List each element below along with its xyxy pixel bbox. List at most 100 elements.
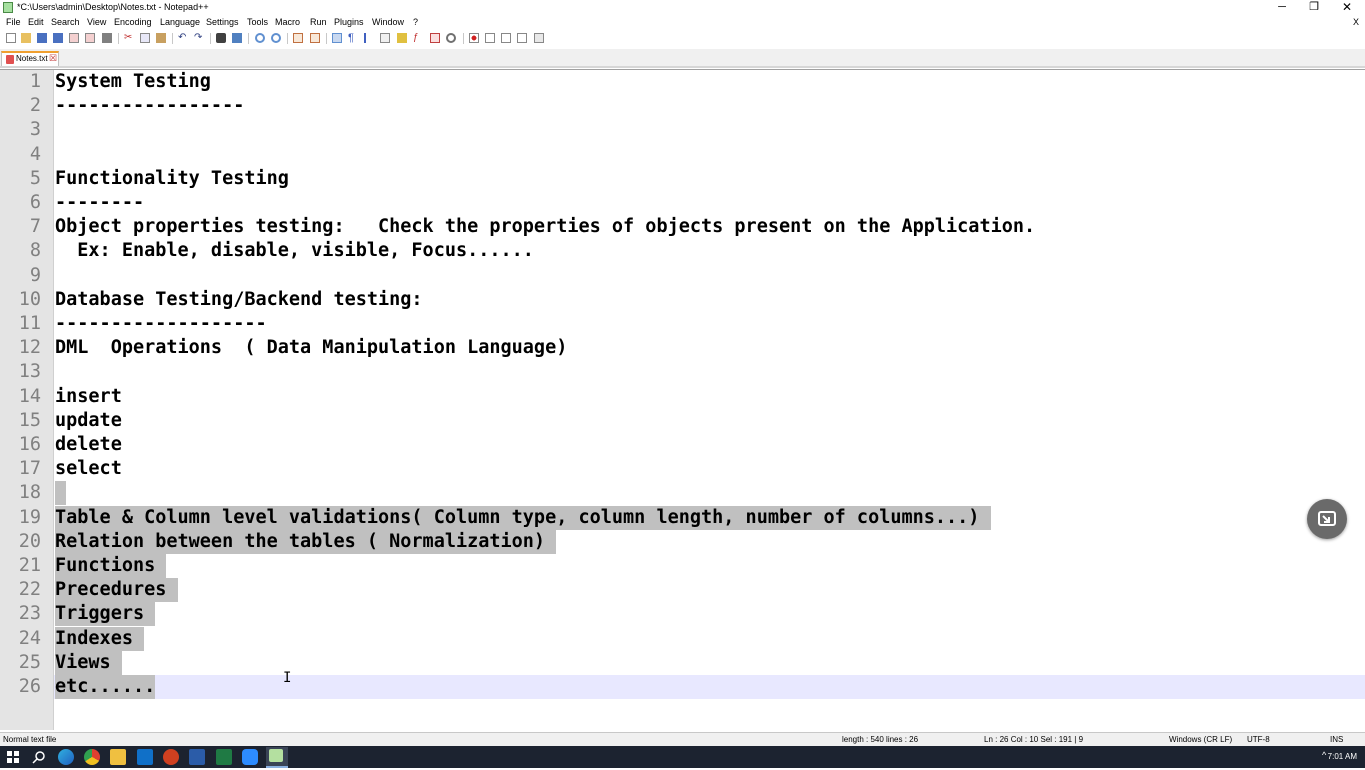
menu-settings[interactable]: Settings <box>206 17 239 27</box>
menu-language[interactable]: Language <box>160 17 200 27</box>
menu-search[interactable]: Search <box>51 17 80 27</box>
find-icon[interactable] <box>216 33 226 43</box>
stop-macro-icon[interactable] <box>485 33 495 43</box>
code-line[interactable]: Database Testing/Backend testing: <box>55 288 423 312</box>
code-line[interactable]: etc...... <box>55 675 156 699</box>
eol-format-status: Windows (CR LF) <box>1169 735 1233 744</box>
excel-icon[interactable] <box>216 749 232 765</box>
code-line[interactable]: Precedures <box>55 578 178 603</box>
restore-window-button[interactable] <box>1307 499 1347 539</box>
close-document-button[interactable]: X <box>1353 17 1359 27</box>
tab-notes-txt[interactable]: Notes.txt ☒ <box>1 51 59 66</box>
chrome-icon[interactable] <box>84 749 100 765</box>
line-number: 19 <box>18 506 41 528</box>
title-bar: *C:\Users\admin\Desktop\Notes.txt - Note… <box>0 0 1365 16</box>
line-number: 24 <box>18 627 41 649</box>
cursor-position-status: Ln : 26 Col : 10 Sel : 191 | 9 <box>984 735 1084 744</box>
undo-icon[interactable]: ↶ <box>178 33 188 43</box>
code-line[interactable]: Views <box>55 650 122 675</box>
monitoring-icon[interactable] <box>446 33 456 43</box>
close-all-icon[interactable] <box>85 33 95 43</box>
menu-bar: File Edit Search View Encoding Language … <box>0 16 1365 30</box>
close-file-icon[interactable] <box>69 33 79 43</box>
code-line[interactable]: ------------------- <box>55 312 267 336</box>
code-line[interactable]: System Testing <box>55 70 211 94</box>
menu-help[interactable]: ? <box>413 17 418 27</box>
zoom-out-icon[interactable] <box>271 33 281 43</box>
save-all-icon[interactable] <box>53 33 63 43</box>
menu-encoding[interactable]: Encoding <box>114 17 152 27</box>
print-icon[interactable] <box>102 33 112 43</box>
editor-area[interactable]: 1 2 3 4 5 6 7 8 9 10 11 12 13 14 15 16 17 18 19 20 21 22 23 24 2… <box>0 69 1365 730</box>
save-macro-icon[interactable] <box>534 33 544 43</box>
toolbar-separator <box>248 33 249 44</box>
cut-icon[interactable]: ✂ <box>124 33 134 43</box>
menu-window[interactable]: Window <box>372 17 404 27</box>
code-line[interactable]: update <box>55 409 122 433</box>
code-line[interactable]: Ex: Enable, disable, visible, Focus.....… <box>55 239 534 263</box>
menu-plugins[interactable]: Plugins <box>334 17 364 27</box>
line-number: 18 <box>18 482 41 504</box>
line-number: 11 <box>18 313 41 334</box>
sync-horizontal-icon[interactable] <box>310 33 320 43</box>
code-line[interactable]: Functions <box>55 554 167 578</box>
new-file-icon[interactable] <box>6 33 16 43</box>
line-number-gutter: 1 2 3 4 5 6 7 8 9 10 11 12 13 14 15 16 17 18 19 20 21 22 23 24 2… <box>0 70 54 730</box>
file-explorer-icon[interactable] <box>110 749 126 765</box>
code-line[interactable] <box>55 481 67 506</box>
play-multiple-macro-icon[interactable] <box>517 33 527 43</box>
word-icon[interactable] <box>189 749 205 765</box>
function-list-icon[interactable]: ƒ <box>413 33 423 43</box>
menu-run[interactable]: Run <box>310 17 327 27</box>
zoom-in-icon[interactable] <box>255 33 265 43</box>
code-line[interactable]: Triggers <box>55 602 156 627</box>
search-icon[interactable] <box>31 749 47 765</box>
menu-edit[interactable]: Edit <box>28 17 44 27</box>
indent-guide-icon[interactable] <box>364 33 374 43</box>
show-hidden-icons-button[interactable]: ^ <box>1322 750 1326 760</box>
zoom-icon[interactable] <box>242 749 258 765</box>
edge-icon[interactable] <box>58 749 74 765</box>
user-language-icon[interactable] <box>380 33 390 43</box>
replace-icon[interactable] <box>232 33 242 43</box>
doc-map-icon[interactable] <box>397 33 407 43</box>
outlook-icon[interactable] <box>137 749 153 765</box>
menu-view[interactable]: View <box>87 17 106 27</box>
save-icon[interactable] <box>37 33 47 43</box>
sync-vertical-icon[interactable] <box>293 33 303 43</box>
code-line[interactable]: Relation between the tables ( Normalizat… <box>55 529 557 554</box>
code-line[interactable]: Indexes <box>55 626 145 651</box>
redo-icon[interactable]: ↷ <box>194 33 204 43</box>
code-line[interactable]: delete <box>55 433 122 457</box>
clock[interactable]: 7:01 AM <box>1328 752 1357 761</box>
tab-close-icon[interactable]: ☒ <box>49 53 57 64</box>
code-line[interactable]: DML Operations ( Data Manipulation Langu… <box>55 336 567 360</box>
unsaved-file-icon <box>6 55 14 64</box>
windows-start-icon[interactable] <box>5 749 21 765</box>
code-line[interactable]: -------- <box>55 191 144 215</box>
code-line[interactable]: Functionality Testing <box>55 167 289 191</box>
status-bar: Normal text file length : 540 lines : 26… <box>0 732 1365 747</box>
line-number: 22 <box>18 579 41 601</box>
code-line[interactable]: Object properties testing: Check the pro… <box>55 215 1035 239</box>
copy-icon[interactable] <box>140 33 150 43</box>
notepadpp-taskbar-button[interactable] <box>266 747 288 768</box>
menu-tools[interactable]: Tools <box>247 17 268 27</box>
record-macro-icon[interactable] <box>469 33 479 43</box>
minimize-button[interactable]: ─ <box>1265 0 1299 16</box>
code-line[interactable]: select <box>55 457 122 481</box>
powerpoint-icon[interactable] <box>163 749 179 765</box>
code-line[interactable]: Table & Column level validations( Column… <box>55 505 991 530</box>
show-all-characters-icon[interactable]: ¶ <box>348 33 358 44</box>
menu-macro[interactable]: Macro <box>275 17 300 27</box>
word-wrap-icon[interactable] <box>332 33 342 43</box>
close-button[interactable]: ✕ <box>1330 0 1364 16</box>
open-folder-icon[interactable] <box>21 33 31 43</box>
code-line[interactable]: insert <box>55 385 122 409</box>
menu-file[interactable]: File <box>6 17 21 27</box>
maximize-button[interactable]: ❐ <box>1297 0 1331 16</box>
paste-icon[interactable] <box>156 33 166 43</box>
folder-workspace-icon[interactable] <box>430 33 440 43</box>
play-macro-icon[interactable] <box>501 33 511 43</box>
code-line[interactable]: ----------------- <box>55 94 244 118</box>
